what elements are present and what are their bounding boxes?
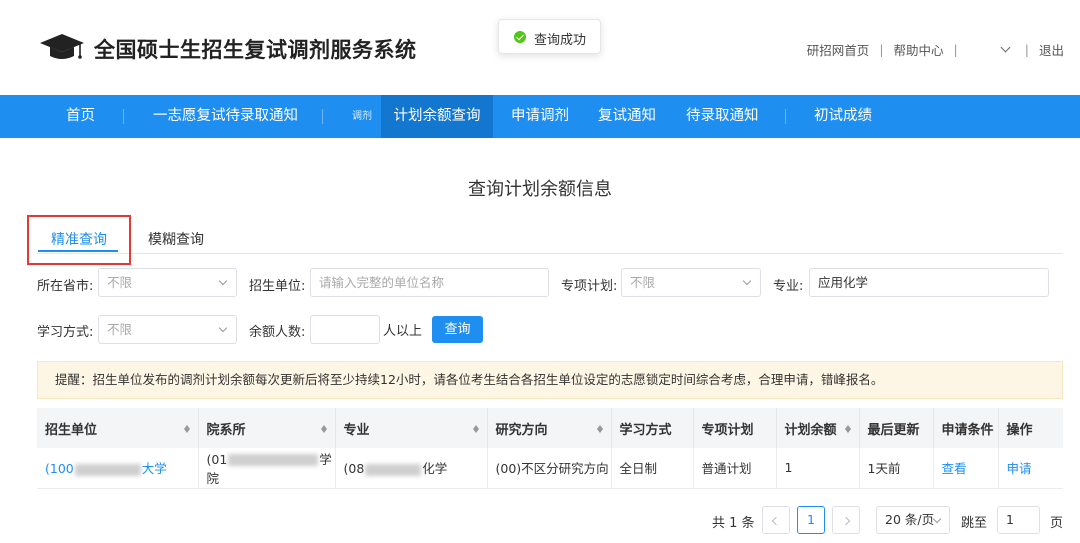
cell-special: 普通计划 (693, 448, 777, 489)
special-plan-select[interactable]: 不限 (621, 268, 761, 297)
col-header-special: 专项计划 (693, 408, 777, 448)
cell-mode: 全日制 (611, 448, 694, 489)
sort-icon[interactable] (183, 422, 190, 434)
sort-icon[interactable] (320, 422, 327, 434)
page-size-value: 20 条/页 (885, 512, 935, 527)
col-header-remain[interactable]: 计划余额 (776, 408, 860, 448)
nav-retest-notice[interactable]: 复试通知 (598, 95, 656, 138)
nav-adjust-label: 调剂 (352, 111, 372, 122)
user-dropdown-chevron-icon[interactable] (1000, 42, 1011, 53)
cell-dept: (01 学院 (198, 448, 336, 489)
special-plan-label: 专项计划: (561, 279, 618, 294)
top-links: 研招网首页 | 帮助中心 | | 退出 (807, 40, 1064, 59)
col-header-condition: 申请条件 (933, 408, 999, 448)
major-label: 专业: (773, 279, 804, 294)
province-select-value: 不限 (107, 275, 133, 290)
jump-label: 跳至 (961, 516, 988, 531)
major-input[interactable]: 应用化学 (809, 268, 1049, 297)
study-mode-select[interactable]: 不限 (98, 315, 237, 344)
cell-unit[interactable]: (100 大学 (37, 448, 199, 489)
sort-icon[interactable] (596, 422, 603, 434)
total-count: 共 1 条 (712, 516, 755, 531)
view-condition-link[interactable]: 查看 (933, 448, 999, 489)
tab-fuzzy-query[interactable]: 模糊查询 (148, 229, 204, 249)
page-size-select[interactable]: 20 条/页 (876, 506, 950, 534)
graduation-cap-icon (40, 34, 84, 59)
cell-updated: 1天前 (859, 448, 934, 489)
nav-divider (785, 109, 786, 124)
query-tabs: 精准查询 模糊查询 (37, 221, 1063, 254)
cell-major: (08 化学 (335, 448, 488, 489)
prev-page-button[interactable] (762, 506, 790, 534)
chevron-left-icon (771, 516, 781, 526)
nav-home[interactable]: 首页 (66, 95, 95, 138)
special-plan-select-value: 不限 (630, 275, 656, 290)
page-title: 查询计划余额信息 (468, 179, 612, 200)
col-header-direction[interactable]: 研究方向 (487, 408, 612, 448)
redacted-text (74, 463, 141, 476)
unit-label: 招生单位: (249, 279, 306, 294)
province-label: 所在省市: (37, 279, 94, 294)
help-center-link[interactable]: 帮助中心 (894, 40, 944, 59)
col-header-major[interactable]: 专业 (335, 408, 488, 448)
remain-count-input[interactable] (310, 315, 380, 344)
nav-apply-adjust[interactable]: 申请调剂 (511, 95, 569, 138)
success-check-icon (514, 31, 526, 43)
cell-remain: 1 (776, 448, 860, 489)
col-header-action: 操作 (998, 408, 1063, 448)
update-notice: 提醒：招生单位发布的调剂计划余额每次更新后将至少持续12小时，请各位考生结合各招… (37, 361, 1063, 399)
logout-link[interactable]: 退出 (1039, 40, 1064, 59)
nav-divider (322, 109, 323, 124)
nav-initial-scores[interactable]: 初试成绩 (814, 95, 872, 138)
nav-pending-admission-notice[interactable]: 待录取通知 (686, 95, 759, 138)
study-mode-select-value: 不限 (107, 322, 133, 337)
page-suffix: 页 (1050, 516, 1064, 531)
query-button[interactable]: 查询 (432, 316, 483, 343)
chevron-right-icon (841, 516, 851, 526)
apply-link[interactable]: 申请 (998, 448, 1063, 489)
sort-icon[interactable] (472, 422, 479, 434)
remain-count-label: 余额人数: (249, 325, 306, 340)
col-header-updated: 最后更新 (859, 408, 934, 448)
major-input-value: 应用化学 (818, 275, 869, 290)
province-select[interactable]: 不限 (98, 268, 237, 297)
home-site-link[interactable]: 研招网首页 (807, 40, 870, 59)
redacted-text (228, 454, 319, 467)
main-nav: 首页 一志愿复试待录取通知 调剂 计划余额查询 申请调剂 复试通知 待录取通知 … (0, 95, 1080, 138)
toast-message: 查询成功 (534, 33, 587, 48)
study-mode-label: 学习方式: (37, 325, 94, 340)
cell-direction: (00)不区分研究方向 (487, 448, 612, 489)
annotation-highlight-box (27, 215, 131, 265)
separator: | (879, 42, 884, 57)
results-table: 招生单位 院系所 专业 研究方向 学习方式 专项计划 计划余额 最后更新 申请条… (37, 408, 1063, 489)
jump-page-input[interactable]: 1 (997, 506, 1040, 534)
separator: | (1024, 42, 1029, 57)
success-toast: 查询成功 (498, 19, 601, 54)
chevron-down-icon (218, 276, 228, 286)
separator: | (953, 42, 958, 57)
table-row: (100 大学 (01 学院 (08 化学 (00)不区分研究方向 全日制 普通计划 … (37, 448, 1063, 489)
site-title: 全国硕士生招生复试调剂服务系统 (94, 38, 417, 62)
table-header-row: 招生单位 院系所 专业 研究方向 学习方式 专项计划 计划余额 最后更新 申请条… (37, 408, 1063, 448)
chevron-down-icon (218, 323, 228, 333)
nav-first-choice-notice[interactable]: 一志愿复试待录取通知 (153, 95, 298, 138)
redacted-text (365, 463, 422, 476)
page-number-current[interactable]: 1 (797, 506, 825, 534)
unit-input[interactable]: 请输入完整的单位名称 (310, 268, 549, 297)
col-header-unit[interactable]: 招生单位 (37, 408, 199, 448)
next-page-button[interactable] (832, 506, 860, 534)
sort-icon[interactable] (844, 422, 851, 434)
header: 全国硕士生招生复试调剂服务系统 查询成功 研招网首页 | 帮助中心 | | 退出 (0, 0, 1080, 95)
chevron-down-icon (742, 276, 752, 286)
nav-plan-balance-query[interactable]: 计划余额查询 (381, 95, 493, 138)
unit-input-placeholder: 请输入完整的单位名称 (319, 275, 445, 290)
col-header-mode: 学习方式 (611, 408, 694, 448)
remain-count-suffix: 人以上 (383, 324, 423, 339)
nav-divider (123, 109, 124, 124)
col-header-dept[interactable]: 院系所 (198, 408, 336, 448)
